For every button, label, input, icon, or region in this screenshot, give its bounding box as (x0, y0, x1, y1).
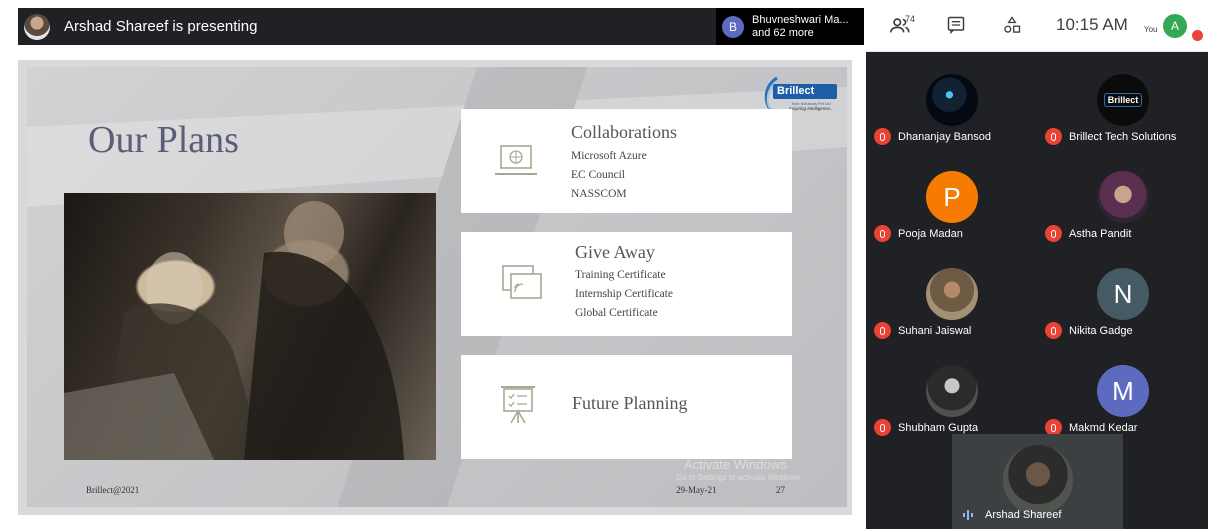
participant-name: Shubham Gupta (898, 422, 979, 434)
viewer-name: Bhuvneshwari Ma... (752, 13, 849, 26)
mic-off-icon (874, 128, 891, 145)
slide-date: 29-May-21 (676, 485, 717, 495)
active-speaker-avatar (1003, 445, 1073, 515)
card-title: Collaborations (571, 122, 677, 142)
active-speaker-name: Arshad Shareef (985, 509, 1062, 521)
participant-tile[interactable]: P Pooja Madan (866, 158, 1037, 255)
activities-icon[interactable] (1000, 15, 1024, 39)
participant-name: Nikita Gadge (1069, 325, 1133, 337)
viewer-text: Bhuvneshwari Ma... and 62 more (752, 14, 849, 40)
viewer-chip[interactable]: B Bhuvneshwari Ma... and 62 more (716, 8, 864, 45)
card-item: Training Certificate (575, 269, 666, 281)
logo-tagline: Inspiring Intelligence... (789, 106, 834, 111)
card-item: NASSCOM (571, 188, 627, 200)
chat-icon[interactable] (944, 15, 968, 39)
card-item: EC Council (571, 169, 625, 181)
participant-avatar (1097, 171, 1149, 223)
mic-off-icon (1045, 128, 1062, 145)
slide-photo (64, 193, 436, 460)
meeting-clock: 10:15 AM (1056, 15, 1128, 34)
presenting-text: Arshad Shareef is presenting (64, 18, 258, 35)
logo-text: Brillect (777, 85, 815, 97)
participant-tile[interactable]: N Nikita Gadge (1037, 255, 1208, 352)
card-item: Microsoft Azure (571, 150, 647, 162)
activate-windows-subtitle: Go to Settings to activate Windows. (676, 473, 803, 482)
participant-avatar: N (1097, 268, 1149, 320)
participant-tile[interactable]: Brillect Brillect Tech Solutions (1037, 61, 1208, 158)
card-item: Global Certificate (575, 307, 658, 319)
slide-title: Our Plans (88, 119, 239, 161)
participant-name: Makmd Kedar (1069, 422, 1138, 434)
participant-avatar: M (1097, 365, 1149, 417)
card-item: Internship Certificate (575, 288, 674, 300)
mic-off-icon (1045, 225, 1062, 242)
participant-name: Dhananjay Bansod (898, 131, 991, 143)
participant-avatar: Brillect (1097, 74, 1149, 126)
participant-avatar (926, 365, 978, 417)
card-collaborations: Collaborations Microsoft Azure EC Counci… (461, 109, 792, 213)
card-title: Future Planning (572, 393, 688, 413)
presenter-avatar (24, 13, 50, 40)
participant-name: Suhani Jaiswal (898, 325, 972, 337)
slide-page-number: 27 (776, 485, 785, 495)
slide-footer: Brillect@2021 (86, 485, 140, 495)
viewer-avatar: B (722, 15, 744, 38)
mic-off-icon (874, 322, 891, 339)
participant-logo-text: Brillect (1103, 93, 1143, 107)
participant-avatar (926, 74, 978, 126)
participant-avatar (926, 268, 978, 320)
participant-avatar: P (926, 171, 978, 223)
participant-tile[interactable]: Dhananjay Bansod (866, 61, 1037, 158)
participant-name: Brillect Tech Solutions (1069, 131, 1177, 143)
speaking-indicator-icon (962, 510, 974, 523)
mic-off-icon (874, 225, 891, 242)
cast-screen-icon (499, 262, 545, 302)
laptop-globe-icon (493, 142, 539, 182)
card-future-planning: Future Planning (461, 355, 792, 459)
people-count: 74 (905, 14, 916, 24)
self-avatar[interactable]: A (1163, 14, 1187, 38)
card-give-away: Give Away Training Certificate Internshi… (461, 232, 792, 336)
presentation-board-icon (497, 383, 543, 424)
participant-name: Pooja Madan (898, 228, 963, 240)
card-title: Give Away (575, 242, 655, 262)
viewer-more: and 62 more (752, 26, 814, 39)
mic-off-icon (1192, 30, 1203, 41)
mic-off-icon (874, 419, 891, 436)
participant-name: Astha Pandit (1069, 228, 1132, 240)
mic-off-icon (1045, 322, 1062, 339)
participant-tile[interactable]: Astha Pandit (1037, 158, 1208, 255)
activate-windows-title: Activate Windows (684, 457, 787, 472)
participant-tile[interactable]: Suhani Jaiswal (866, 255, 1037, 352)
you-label: You (1144, 25, 1158, 34)
